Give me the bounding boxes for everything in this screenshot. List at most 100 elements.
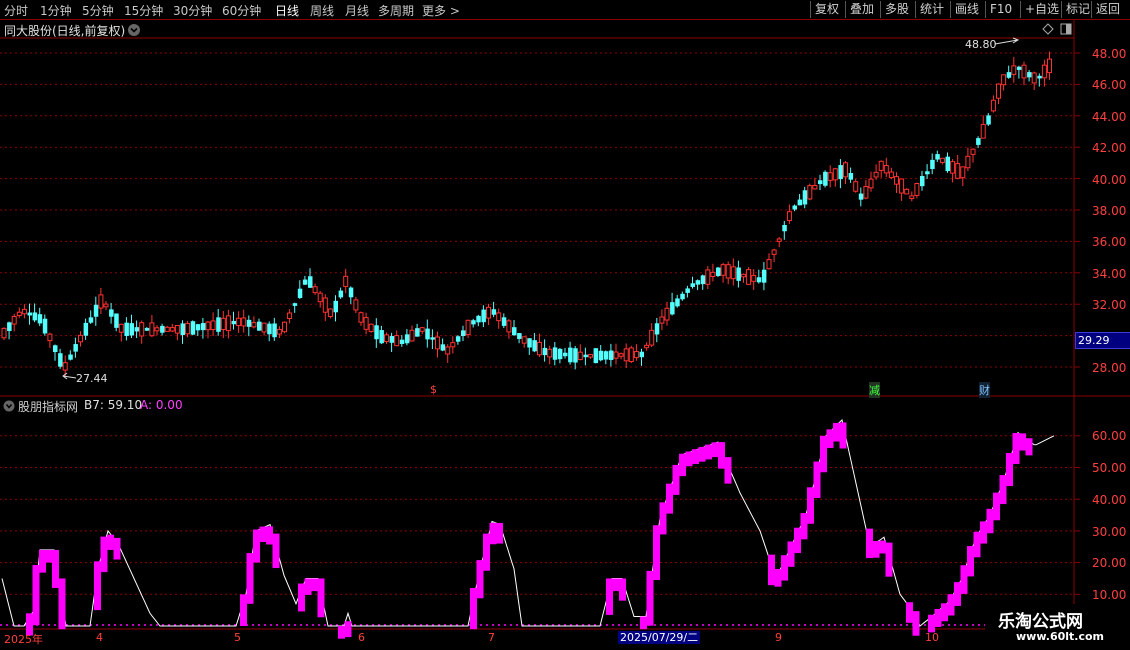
candle-body: [267, 323, 272, 335]
candle-body: [1027, 72, 1032, 78]
indicator-bar: [711, 442, 719, 458]
indicator-line: [1, 419, 1055, 627]
chevron-down-icon[interactable]: [127, 23, 141, 37]
candle-body: [1001, 74, 1007, 86]
candle-body: [465, 319, 471, 336]
indicator-bar: [954, 582, 961, 606]
window-toggle-icon[interactable]: [1060, 23, 1072, 35]
chart-canvas[interactable]: [0, 0, 1130, 650]
high-price-label: 48.80: [965, 38, 997, 51]
candle-body: [996, 83, 1001, 99]
candle-body: [598, 350, 604, 361]
dividend-marker[interactable]: $: [430, 383, 437, 396]
candle-body: [1037, 75, 1042, 79]
indicator-bar: [58, 578, 66, 630]
candle-body: [343, 275, 349, 287]
indicator-name: 股朋指标网: [18, 400, 79, 414]
candle-body: [358, 312, 364, 323]
candle-body: [670, 302, 675, 315]
indicator-bar: [666, 483, 673, 514]
candle-body: [297, 288, 303, 298]
candle-body: [455, 336, 461, 342]
watermark-title: 乐淘公式网: [998, 612, 1083, 632]
candle-body: [27, 312, 32, 316]
indicator-bar: [259, 526, 267, 542]
candle-body: [613, 351, 619, 359]
candle-body: [93, 304, 99, 317]
y-tick: 38.00: [1092, 204, 1127, 218]
indicator-bar: [685, 451, 693, 467]
candle-body: [628, 347, 634, 363]
finance-marker[interactable]: 财: [979, 382, 990, 398]
indicator-bar: [698, 446, 706, 462]
candle-body: [1047, 58, 1052, 74]
indicator-bar: [344, 621, 352, 638]
candle-body: [950, 161, 956, 174]
candle-body: [348, 287, 354, 298]
candle-body: [930, 159, 935, 170]
candle-body: [292, 303, 298, 306]
candle-body: [1, 327, 7, 339]
candle-body: [573, 348, 578, 363]
candle-body: [955, 163, 961, 179]
y-tick: 44.00: [1092, 110, 1127, 124]
indicator-bar: [833, 422, 840, 442]
candle-body: [939, 157, 945, 163]
candle-body: [200, 323, 206, 331]
candle-body: [899, 178, 905, 194]
high-pointer: [994, 37, 1020, 45]
candle-body: [394, 335, 400, 347]
candle-body: [246, 319, 252, 327]
candle-body: [124, 322, 129, 336]
candle-body: [577, 351, 583, 361]
candle-body: [873, 171, 879, 178]
indicator-bar: [39, 549, 46, 573]
diamond-icon[interactable]: [1042, 23, 1054, 35]
candle-body: [272, 323, 277, 338]
candle-body: [185, 322, 191, 335]
candle-body: [557, 348, 563, 360]
indicator-bar: [934, 609, 942, 627]
candle-body: [720, 264, 726, 276]
indicator-bar: [794, 527, 801, 554]
chevron-down-icon[interactable]: [3, 400, 15, 412]
indicator-bar: [45, 549, 53, 563]
candle-body: [563, 352, 568, 357]
candle-body: [415, 328, 420, 337]
candle-body: [251, 322, 257, 328]
candle-body: [512, 327, 517, 336]
candle-body: [317, 292, 323, 303]
candle-body: [848, 173, 854, 180]
candle-body: [1031, 72, 1037, 84]
candle-body: [445, 346, 451, 355]
indicator-bar: [646, 570, 654, 626]
indicator-bar: [266, 526, 273, 545]
indicator-bar: [839, 422, 847, 449]
low-price-label: 27.44: [76, 372, 108, 385]
candle-body: [583, 354, 588, 358]
candle-body: [118, 323, 124, 333]
indicator-bar: [941, 603, 948, 622]
x-axis-label: 2025年: [4, 633, 43, 646]
candle-body: [552, 347, 558, 360]
candle-body: [164, 326, 170, 332]
candle-body: [109, 309, 114, 317]
reduction-marker[interactable]: 减: [869, 382, 880, 398]
candle-body: [16, 311, 22, 317]
candle-body: [786, 211, 792, 222]
candle-body: [725, 264, 731, 279]
candle-body: [62, 362, 68, 371]
indicator-y-tick: 40.00: [1092, 493, 1127, 507]
indicator-bar: [960, 565, 968, 594]
candle-body: [986, 115, 991, 125]
candle-body: [858, 193, 864, 200]
candle-body: [379, 330, 384, 344]
candle-body: [7, 322, 12, 332]
indicator-bar: [496, 522, 503, 544]
candle-body: [440, 344, 446, 351]
y-tick: 32.00: [1092, 298, 1127, 312]
candle-body: [838, 165, 843, 180]
candle-body: [389, 336, 395, 343]
indicator-y-tick: 10.00: [1092, 588, 1127, 602]
candle-body: [205, 321, 211, 331]
